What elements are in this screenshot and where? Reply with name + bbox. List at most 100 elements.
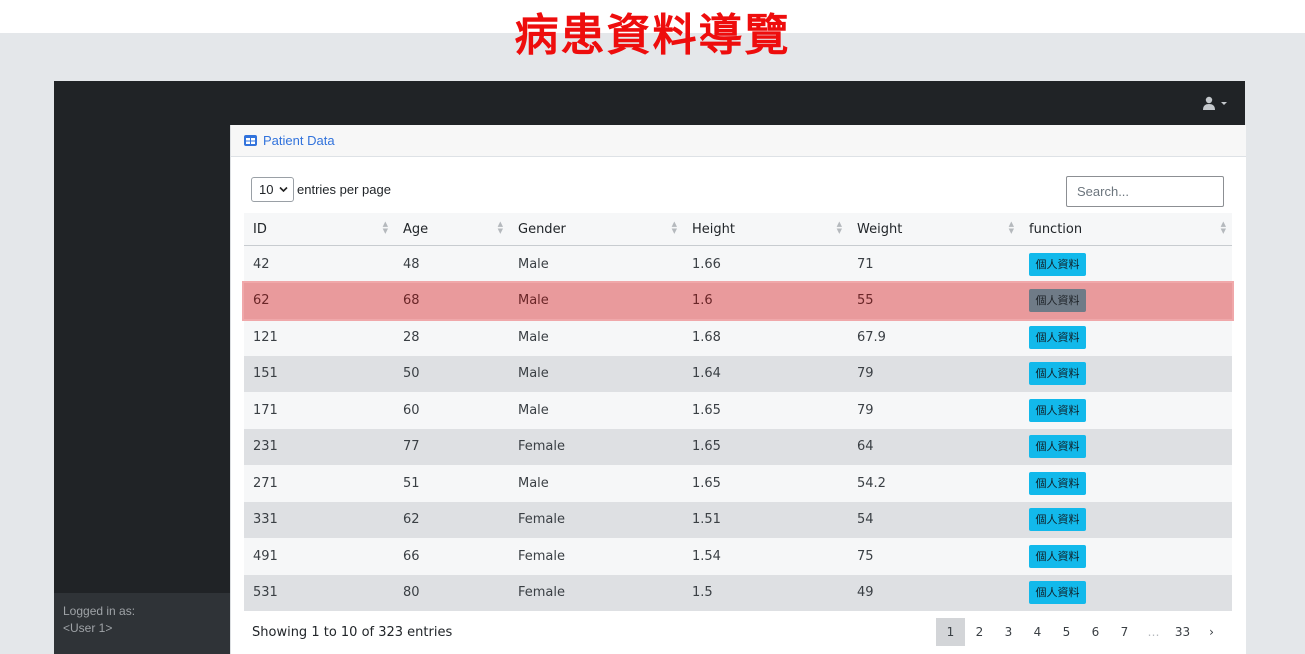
cell-age: 68 bbox=[394, 282, 509, 319]
sort-icon: ▲ ▼ bbox=[836, 220, 842, 235]
cell-height: 1.65 bbox=[683, 428, 848, 465]
page-3-button[interactable]: 3 bbox=[994, 618, 1023, 646]
page-ellipsis: … bbox=[1147, 625, 1160, 639]
profile-button[interactable]: 個人資料 bbox=[1029, 289, 1086, 313]
card-title: Patient Data bbox=[263, 133, 335, 148]
table-row[interactable]: 531 80 Female 1.5 49 個人資料 bbox=[244, 574, 1232, 611]
cell-height: 1.51 bbox=[683, 501, 848, 538]
cell-function: 個人資料 bbox=[1020, 428, 1232, 465]
profile-button[interactable]: 個人資料 bbox=[1029, 581, 1086, 605]
sort-icon: ▲ ▼ bbox=[382, 220, 388, 235]
table-row[interactable]: 42 48 Male 1.66 71 個人資料 bbox=[244, 245, 1232, 283]
table-row[interactable]: 151 50 Male 1.64 79 個人資料 bbox=[244, 355, 1232, 392]
cell-height: 1.68 bbox=[683, 319, 848, 356]
pagination: 1 2 3 4 5 6 7 … 33 › bbox=[936, 618, 1226, 646]
cell-id: 62 bbox=[244, 282, 394, 319]
cell-age: 51 bbox=[394, 465, 509, 502]
cell-function: 個人資料 bbox=[1020, 465, 1232, 502]
table-info: Showing 1 to 10 of 323 entries bbox=[252, 625, 453, 640]
sort-icon: ▲ ▼ bbox=[497, 220, 503, 235]
table-row[interactable]: 231 77 Female 1.65 64 個人資料 bbox=[244, 428, 1232, 465]
column-header-function[interactable]: function ▲ ▼ bbox=[1020, 213, 1232, 246]
sidebar: Logged in as: <User 1> bbox=[54, 125, 230, 654]
profile-button[interactable]: 個人資料 bbox=[1029, 362, 1086, 386]
table-row-selected[interactable]: 62 68 Male 1.6 55 個人資料 bbox=[242, 280, 1234, 321]
column-header-height[interactable]: Height ▲ ▼ bbox=[683, 213, 848, 246]
cell-weight: 75 bbox=[848, 538, 1020, 575]
next-page-button[interactable]: › bbox=[1197, 618, 1226, 646]
profile-button[interactable]: 個人資料 bbox=[1029, 398, 1086, 422]
cell-age: 60 bbox=[394, 392, 509, 429]
sort-icon: ▲ ▼ bbox=[671, 220, 677, 235]
profile-button[interactable]: 個人資料 bbox=[1029, 544, 1086, 568]
page-5-button[interactable]: 5 bbox=[1052, 618, 1081, 646]
profile-button[interactable]: 個人資料 bbox=[1029, 252, 1086, 276]
cell-gender: Male bbox=[509, 392, 683, 429]
page-length-value: 10 bbox=[259, 182, 274, 197]
card-header: Patient Data bbox=[231, 125, 1246, 157]
table-row[interactable]: 121 28 Male 1.68 67.9 個人資料 bbox=[244, 319, 1232, 356]
cell-gender: Male bbox=[509, 282, 683, 319]
cell-age: 77 bbox=[394, 428, 509, 465]
cell-age: 50 bbox=[394, 355, 509, 392]
logged-in-label: Logged in as: bbox=[63, 604, 136, 618]
cell-function: 個人資料 bbox=[1020, 501, 1232, 538]
cell-function: 個人資料 bbox=[1020, 355, 1232, 392]
cell-id: 121 bbox=[244, 319, 394, 356]
cell-id: 171 bbox=[244, 392, 394, 429]
cell-weight: 67.9 bbox=[848, 319, 1020, 356]
cell-height: 1.6 bbox=[683, 282, 848, 319]
user-menu-toggle[interactable] bbox=[1202, 94, 1229, 112]
sort-icon: ▲ ▼ bbox=[1220, 220, 1226, 235]
cell-id: 271 bbox=[244, 465, 394, 502]
page-33-button[interactable]: 33 bbox=[1168, 618, 1197, 646]
cell-id: 42 bbox=[244, 245, 394, 283]
column-header-id[interactable]: ID ▲ ▼ bbox=[244, 213, 394, 246]
cell-height: 1.65 bbox=[683, 392, 848, 429]
cell-function: 個人資料 bbox=[1020, 282, 1232, 319]
page-length-select[interactable]: 10 bbox=[251, 177, 294, 202]
cell-id: 531 bbox=[244, 574, 394, 611]
chevron-down-icon bbox=[279, 186, 288, 193]
page-length-control: 10 entries per page bbox=[251, 177, 391, 202]
page-4-button[interactable]: 4 bbox=[1023, 618, 1052, 646]
profile-button[interactable]: 個人資料 bbox=[1029, 508, 1086, 532]
table-row[interactable]: 331 62 Female 1.51 54 個人資料 bbox=[244, 501, 1232, 538]
cell-function: 個人資料 bbox=[1020, 574, 1232, 611]
cell-height: 1.66 bbox=[683, 245, 848, 283]
cell-gender: Male bbox=[509, 355, 683, 392]
page-6-button[interactable]: 6 bbox=[1081, 618, 1110, 646]
page-1-button[interactable]: 1 bbox=[936, 618, 965, 646]
cell-gender: Female bbox=[509, 538, 683, 575]
column-header-gender[interactable]: Gender ▲ ▼ bbox=[509, 213, 683, 246]
table-row[interactable]: 271 51 Male 1.65 54.2 個人資料 bbox=[244, 465, 1232, 502]
patient-table: ID ▲ ▼ Age ▲ ▼ Gender ▲ ▼ Height ▲ ▼ Weight ▲ ▼ fu… bbox=[242, 213, 1234, 611]
cell-height: 1.54 bbox=[683, 538, 848, 575]
page-title: 病患資料導覽 bbox=[514, 10, 791, 61]
cell-id: 151 bbox=[244, 355, 394, 392]
cell-age: 28 bbox=[394, 319, 509, 356]
cell-weight: 54 bbox=[848, 501, 1020, 538]
cell-gender: Male bbox=[509, 465, 683, 502]
sort-icon: ▲ ▼ bbox=[1008, 220, 1014, 235]
table-icon bbox=[244, 135, 257, 146]
table-row[interactable]: 171 60 Male 1.65 79 個人資料 bbox=[244, 392, 1232, 429]
profile-button[interactable]: 個人資料 bbox=[1029, 325, 1086, 349]
cell-height: 1.64 bbox=[683, 355, 848, 392]
sidebar-footer: Logged in as: <User 1> bbox=[54, 593, 230, 654]
page-2-button[interactable]: 2 bbox=[965, 618, 994, 646]
cell-gender: Male bbox=[509, 245, 683, 283]
profile-button[interactable]: 個人資料 bbox=[1029, 471, 1086, 495]
cell-weight: 71 bbox=[848, 245, 1020, 283]
table-row[interactable]: 491 66 Female 1.54 75 個人資料 bbox=[244, 538, 1232, 575]
app-frame: Logged in as: <User 1> Patient Data 10 e… bbox=[54, 81, 1246, 654]
cell-function: 個人資料 bbox=[1020, 538, 1232, 575]
search-input[interactable] bbox=[1066, 176, 1224, 207]
column-header-age[interactable]: Age ▲ ▼ bbox=[394, 213, 509, 246]
page-7-button[interactable]: 7 bbox=[1110, 618, 1139, 646]
column-header-weight[interactable]: Weight ▲ ▼ bbox=[848, 213, 1020, 246]
cell-function: 個人資料 bbox=[1020, 245, 1232, 283]
cell-age: 62 bbox=[394, 501, 509, 538]
profile-button[interactable]: 個人資料 bbox=[1029, 435, 1086, 459]
cell-gender: Female bbox=[509, 501, 683, 538]
